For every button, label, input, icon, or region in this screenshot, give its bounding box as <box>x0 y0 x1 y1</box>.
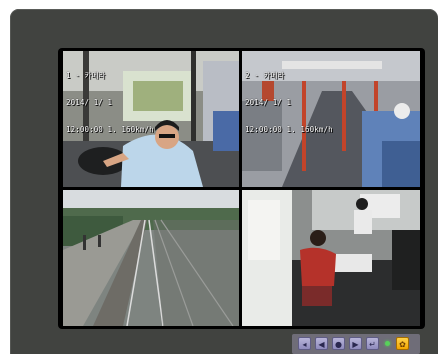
playback-controls: ◂ ◀ ● ▶ ↵ ✿ <box>292 334 420 354</box>
cab-operator-image <box>242 190 420 326</box>
camera-1-label: 1 - 카메라 <box>66 71 106 80</box>
camera-2-date: 2014/ 1/ 1 <box>245 98 292 107</box>
record-icon[interactable]: ◂ <box>298 337 311 350</box>
railway-track-image <box>63 190 239 326</box>
camera-2-label: 2 - 카메라 <box>245 71 285 80</box>
camera-view-2[interactable]: 2 - 카메라 2014/ 1/ 1 12:00:00 1. 160km/h <box>242 51 420 187</box>
rewind-icon[interactable]: ◀ <box>315 337 328 350</box>
settings-icon[interactable]: ✿ <box>396 337 409 350</box>
camera-view-4[interactable] <box>242 190 420 326</box>
camera-view-3[interactable] <box>63 190 239 326</box>
camera-1-osd: 1 - 카메라 2014/ 1/ 1 12:00:00 1. 160km/h <box>66 53 154 152</box>
dvr-monitor: 1 - 카메라 2014/ 1/ 1 12:00:00 1. 160km/h 2… <box>10 9 438 354</box>
camera-1-time-speed: 12:00:00 1. 160km/h <box>66 125 154 134</box>
status-led <box>385 341 390 346</box>
camera-2-time-speed: 12:00:00 1. 160km/h <box>245 125 333 134</box>
play-icon[interactable]: ● <box>332 337 345 350</box>
camera-grid: 1 - 카메라 2014/ 1/ 1 12:00:00 1. 160km/h 2… <box>58 48 425 329</box>
return-icon[interactable]: ↵ <box>366 337 379 350</box>
camera-view-1[interactable]: 1 - 카메라 2014/ 1/ 1 12:00:00 1. 160km/h <box>63 51 239 187</box>
camera-2-osd: 2 - 카메라 2014/ 1/ 1 12:00:00 1. 160km/h <box>245 53 333 152</box>
camera-1-date: 2014/ 1/ 1 <box>66 98 113 107</box>
forward-icon[interactable]: ▶ <box>349 337 362 350</box>
